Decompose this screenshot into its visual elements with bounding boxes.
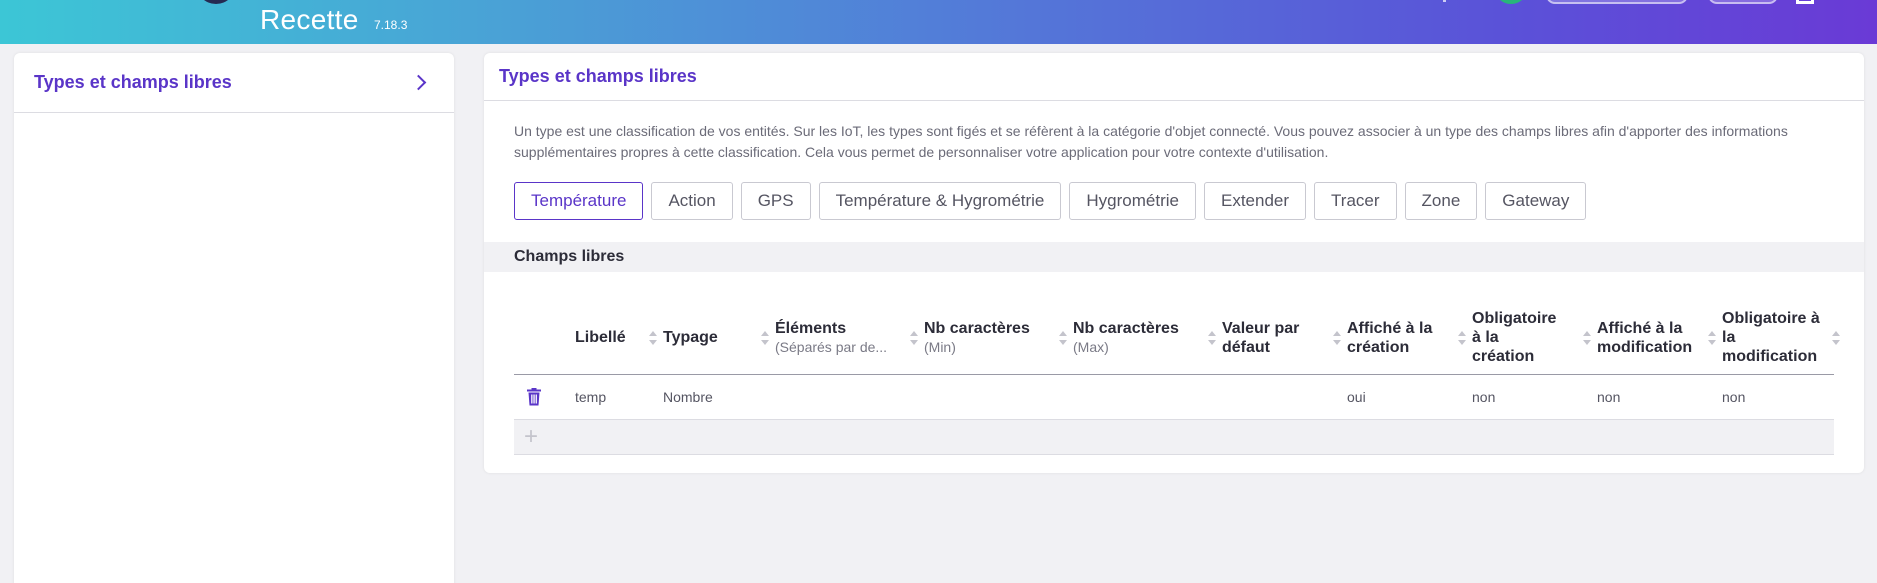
notification-icon[interactable] — [1443, 0, 1449, 2]
column-header-oblig-creation[interactable]: Obligatoire à la création — [1472, 301, 1597, 374]
logo-icon — [196, 0, 236, 4]
column-header-affiche-modif[interactable]: Affiché à la modification — [1597, 301, 1722, 374]
section-title: Champs libres — [514, 248, 625, 265]
tab-action[interactable]: Action — [651, 182, 733, 220]
table-header: Libellé Typage Éléments (Séparés par de.… — [514, 301, 1840, 375]
free-fields-table: Libellé Typage Éléments (Séparés par de.… — [514, 301, 1840, 455]
column-label: Valeur par défaut — [1222, 319, 1300, 356]
sort-icon[interactable] — [1832, 330, 1840, 345]
column-label: Obligatoire à la modification — [1722, 310, 1820, 365]
add-row[interactable]: + — [514, 420, 1834, 455]
column-sublabel: (Min) — [924, 338, 956, 355]
column-label: Éléments — [775, 319, 847, 337]
table-row: temp Nombre oui non non non — [514, 375, 1834, 420]
section-header: Champs libres — [484, 242, 1864, 272]
type-tabs: Température Action GPS Température & Hyg… — [514, 182, 1587, 220]
environment-label: Recette — [260, 4, 359, 35]
main-panel: Types et champs libres Un type est une c… — [484, 53, 1864, 473]
cell-libelle: temp — [575, 389, 607, 405]
menu-icon[interactable] — [1796, 0, 1814, 4]
column-header-actions — [514, 301, 575, 374]
sort-icon[interactable] — [1333, 330, 1341, 345]
version-label: 7.18.3 — [374, 18, 408, 32]
sidebar-item-types-champs-libres[interactable]: Types et champs libres — [14, 53, 454, 113]
tab-hygrometrie[interactable]: Hygrométrie — [1069, 182, 1196, 220]
column-header-affiche-creation[interactable]: Affiché à la création — [1347, 301, 1472, 374]
cell-oblig-creation: non — [1472, 389, 1496, 405]
trash-icon[interactable] — [526, 388, 542, 406]
column-label: Affiché à la modification — [1597, 319, 1693, 356]
app-header: Recette 7.18.3 — [0, 0, 1877, 44]
column-header-elements[interactable]: Éléments (Séparés par de... — [775, 301, 924, 374]
sort-icon[interactable] — [761, 330, 769, 345]
column-label: Obligatoire à la création — [1472, 310, 1557, 365]
column-label: Affiché à la création — [1347, 319, 1433, 356]
column-label: Nb caractères — [1073, 319, 1179, 337]
cell-affiche-modif: non — [1597, 389, 1621, 405]
description-text: Un type est une classification de vos en… — [514, 123, 1788, 160]
cell-typage: Nombre — [663, 389, 713, 405]
column-label: Nb caractères — [924, 319, 1030, 337]
cell-oblig-modif: non — [1722, 389, 1746, 405]
column-header-typage[interactable]: Typage — [663, 301, 775, 374]
sort-icon[interactable] — [1059, 330, 1067, 345]
tab-temperature[interactable]: Température — [514, 182, 644, 220]
column-header-nb-min[interactable]: Nb caractères (Min) — [924, 301, 1073, 374]
tab-gps[interactable]: GPS — [740, 182, 811, 220]
sort-icon[interactable] — [1708, 330, 1716, 345]
search-pill[interactable] — [1546, 0, 1688, 4]
column-label: Typage — [663, 329, 718, 346]
sort-icon[interactable] — [1208, 330, 1216, 345]
column-sublabel: (Max) — [1073, 338, 1109, 355]
sidebar: Types et champs libres — [14, 53, 454, 583]
column-header-libelle[interactable]: Libellé — [575, 301, 663, 374]
sort-icon[interactable] — [1583, 330, 1591, 345]
panel-header: Types et champs libres — [484, 53, 1864, 101]
sort-icon[interactable] — [910, 330, 918, 345]
column-header-valeur-defaut[interactable]: Valeur par défaut — [1222, 301, 1347, 374]
column-header-oblig-modif[interactable]: Obligatoire à la modification — [1722, 301, 1840, 374]
column-sublabel: (Séparés par de... — [775, 338, 888, 355]
tab-gateway[interactable]: Gateway — [1485, 182, 1587, 220]
cell-affiche-creation: oui — [1347, 389, 1366, 405]
page-title: Types et champs libres — [499, 66, 697, 86]
tab-zone[interactable]: Zone — [1404, 182, 1478, 220]
chevron-right-icon — [410, 74, 427, 91]
sort-icon[interactable] — [1458, 330, 1466, 345]
sort-icon[interactable] — [649, 330, 657, 345]
delete-row-cell — [514, 388, 575, 406]
tab-temperature-hygrometrie[interactable]: Température & Hygrométrie — [818, 182, 1062, 220]
status-indicator[interactable] — [1494, 0, 1528, 4]
sidebar-item-label: Types et champs libres — [34, 72, 232, 92]
column-header-nb-max[interactable]: Nb caractères (Max) — [1073, 301, 1222, 374]
user-pill[interactable] — [1708, 0, 1778, 4]
tab-tracer[interactable]: Tracer — [1314, 182, 1397, 220]
tab-extender[interactable]: Extender — [1204, 182, 1307, 220]
plus-icon[interactable]: + — [524, 425, 538, 449]
